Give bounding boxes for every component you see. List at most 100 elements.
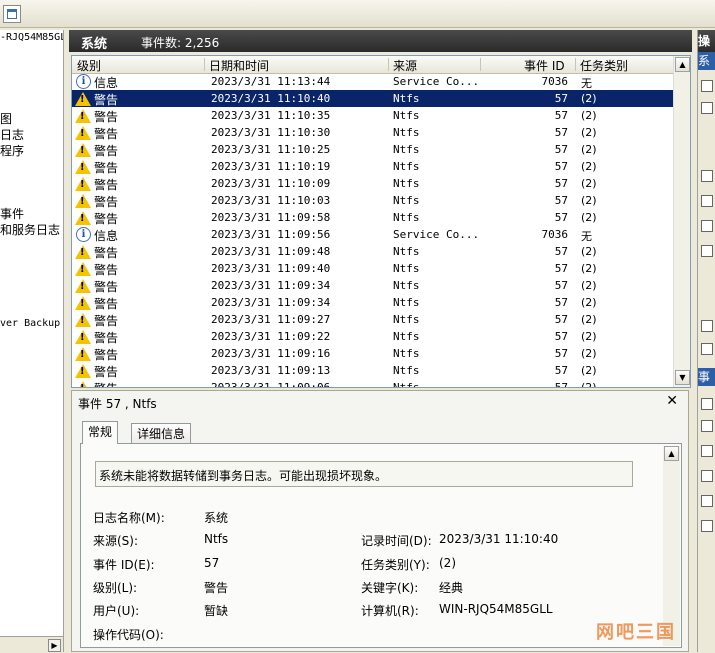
event-description[interactable]: 系统未能将数据转储到事务日志。可能出现损坏现象。: [95, 461, 633, 487]
row-source: Ntfs: [393, 330, 420, 343]
column-datetime[interactable]: 日期和时间: [209, 57, 269, 74]
show-hide-tree-icon[interactable]: [3, 5, 21, 23]
tree-item-computer[interactable]: -RJQ54M85GL: [0, 32, 63, 43]
tab-general[interactable]: 常规: [82, 421, 119, 444]
row-source: Ntfs: [393, 245, 420, 258]
column-source[interactable]: 来源: [393, 57, 417, 74]
row-source: Ntfs: [393, 211, 420, 224]
row-source: Ntfs: [393, 262, 420, 275]
table-row[interactable]: 警告 2023/3/31 11:09:27 Ntfs 57 (2): [72, 311, 673, 328]
details-scrollbar[interactable]: ▲: [663, 446, 680, 646]
row-task-category: (2): [581, 143, 597, 156]
table-row[interactable]: i 信息 2023/3/31 11:09:56 Service Co... 7036 无: [72, 226, 673, 243]
row-level: 警告: [94, 246, 119, 260]
copy-icon[interactable]: [701, 445, 713, 457]
tab-details[interactable]: 详细信息: [131, 423, 192, 444]
table-row[interactable]: 警告 2023/3/31 11:10:09 Ntfs 57 (2): [72, 175, 673, 192]
save-icon[interactable]: [701, 245, 713, 257]
row-event-id: 57: [554, 330, 568, 343]
tree-item-app-service-logs[interactable]: 和服务日志: [0, 221, 60, 238]
find-icon[interactable]: [701, 220, 713, 232]
warning-icon: [75, 211, 91, 225]
row-event-id: 57: [554, 194, 568, 207]
row-source: Ntfs: [393, 177, 420, 190]
table-row[interactable]: 警告 2023/3/31 11:10:25 Ntfs 57 (2): [72, 141, 673, 158]
row-level: 警告: [94, 380, 118, 387]
table-row[interactable]: 警告 2023/3/31 11:09:16 Ntfs 57 (2): [72, 345, 673, 362]
row-event-id: 57: [554, 262, 568, 275]
table-row[interactable]: i 信息 2023/3/31 11:13:44 Service Co... 7036 无: [72, 73, 673, 90]
tree-horizontal-scrollbar[interactable]: ▶: [0, 636, 63, 652]
table-row[interactable]: 警告 2023/3/31 11:09:58 Ntfs 57 (2): [72, 209, 673, 226]
properties-icon[interactable]: [701, 195, 713, 207]
row-task-category: (2): [581, 177, 597, 190]
warning-icon: [75, 279, 91, 293]
level-label: 级别(L):: [93, 581, 138, 595]
row-event-id: 57: [554, 160, 568, 173]
refresh-icon[interactable]: [701, 320, 713, 332]
table-row[interactable]: 警告 2023/3/31 11:10:19 Ntfs 57 (2): [72, 158, 673, 175]
column-level[interactable]: 级别: [77, 57, 101, 74]
tree-item-view[interactable]: 图: [0, 110, 12, 127]
actions-pane: 操 系 事: [697, 30, 715, 652]
actions-section-event[interactable]: 事: [698, 368, 715, 386]
open-log-icon[interactable]: [701, 80, 713, 92]
event-list-scrollbar[interactable]: ▲ ▼: [673, 56, 690, 387]
event-help-icon[interactable]: [701, 520, 713, 532]
event-properties-icon[interactable]: [701, 398, 713, 410]
actions-section-system[interactable]: 系: [698, 52, 715, 70]
row-task-category: (2): [581, 347, 597, 360]
table-row[interactable]: 警告 2023/3/31 11:10:40 Ntfs 57 (2): [72, 90, 673, 107]
scroll-up-icon[interactable]: ▲: [675, 57, 690, 72]
tree-item-programs[interactable]: 程序: [0, 142, 24, 159]
event-count: 事件数: 2,256: [141, 36, 220, 50]
row-source: Ntfs: [393, 381, 420, 388]
table-row[interactable]: 警告 2023/3/31 11:09:34 Ntfs 57 (2): [72, 277, 673, 294]
row-level: 警告: [94, 212, 119, 226]
close-icon[interactable]: ✕: [666, 393, 678, 409]
keywords-label: 关键字(K):: [361, 581, 419, 595]
row-level: 警告: [94, 348, 119, 362]
row-source: Ntfs: [393, 194, 420, 207]
save-events-icon[interactable]: [701, 470, 713, 482]
tree-item-server-backup[interactable]: ver Backup: [0, 318, 60, 329]
row-event-id: 57: [554, 143, 568, 156]
help-icon[interactable]: [701, 343, 713, 355]
source-value: Ntfs: [204, 532, 229, 546]
row-task-category: (2): [581, 279, 597, 292]
scroll-down-icon[interactable]: ▼: [675, 370, 690, 385]
event-id-value: 57: [204, 556, 220, 570]
tree-item-logs[interactable]: 日志: [0, 126, 24, 143]
row-level: 警告: [94, 297, 119, 311]
computer-value: WIN-RJQ54M85GLL: [439, 602, 553, 616]
event-refresh-icon[interactable]: [701, 495, 713, 507]
warning-icon: [75, 347, 91, 361]
row-task-category: 无: [581, 230, 592, 243]
table-row[interactable]: 警告 2023/3/31 11:09:22 Ntfs 57 (2): [72, 328, 673, 345]
filter-icon[interactable]: [701, 170, 713, 182]
table-row[interactable]: 警告 2023/3/31 11:09:48 Ntfs 57 (2): [72, 243, 673, 260]
column-task-category[interactable]: 任务类别: [580, 57, 628, 74]
column-event-id[interactable]: 事件 ID: [524, 57, 565, 74]
row-event-id: 57: [554, 92, 568, 105]
table-row[interactable]: 警告 2023/3/31 11:09:13 Ntfs 57 (2): [72, 362, 673, 379]
table-row[interactable]: 警告 2023/3/31 11:10:35 Ntfs 57 (2): [72, 107, 673, 124]
row-task-category: (2): [581, 245, 597, 258]
table-row[interactable]: 警告 2023/3/31 11:09:34 Ntfs 57 (2): [72, 294, 673, 311]
create-view-icon[interactable]: [701, 102, 713, 114]
info-icon: i: [76, 74, 91, 89]
table-row[interactable]: 警告 2023/3/31 11:10:03 Ntfs 57 (2): [72, 192, 673, 209]
row-datetime: 2023/3/31 11:09:27: [211, 313, 331, 326]
table-row[interactable]: 警告 2023/3/31 11:09:06 Ntfs 57 (2): [72, 379, 673, 388]
row-datetime: 2023/3/31 11:10:35: [211, 109, 331, 122]
table-row[interactable]: 警告 2023/3/31 11:10:30 Ntfs 57 (2): [72, 124, 673, 141]
tree-item-events[interactable]: 事件: [0, 205, 24, 222]
table-row[interactable]: 警告 2023/3/31 11:09:40 Ntfs 57 (2): [72, 260, 673, 277]
scroll-right-icon[interactable]: ▶: [48, 639, 61, 652]
warning-icon: [75, 330, 91, 344]
source-label: 来源(S):: [93, 534, 139, 548]
row-source: Ntfs: [393, 160, 420, 173]
details-scroll-up-icon[interactable]: ▲: [664, 446, 679, 461]
row-datetime: 2023/3/31 11:10:30: [211, 126, 331, 139]
attach-task-icon[interactable]: [701, 420, 713, 432]
